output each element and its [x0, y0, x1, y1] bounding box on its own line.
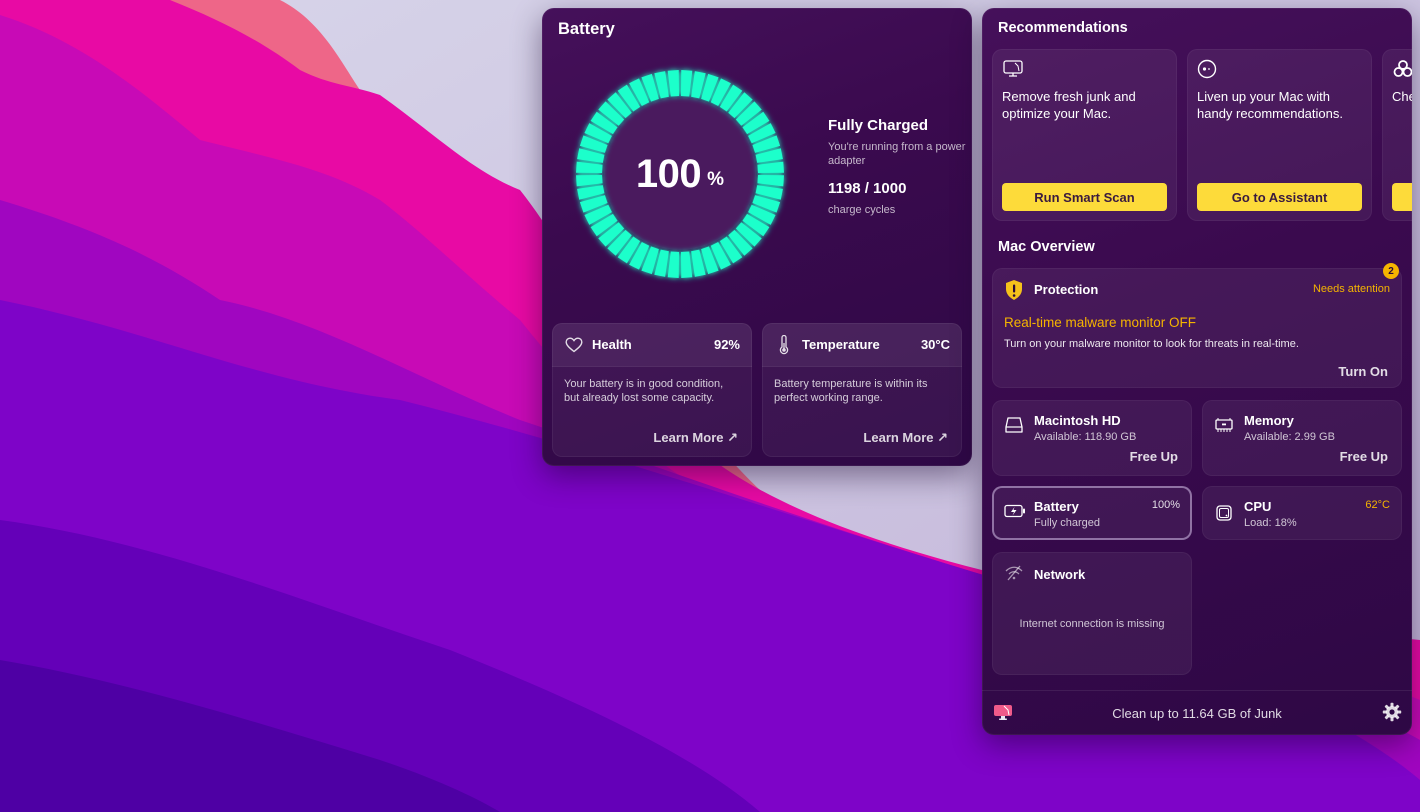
battery-percent-value: 100: [635, 151, 702, 196]
protection-label: Protection: [1034, 282, 1099, 297]
temperature-description: Battery temperature is within its perfec…: [774, 378, 928, 404]
turn-on-button[interactable]: Turn On: [1338, 364, 1388, 379]
cpu-icon: [1214, 503, 1234, 528]
memory-card[interactable]: Memory Available: 2.99 GB Free Up: [1202, 400, 1402, 476]
battery-label: Battery: [1034, 499, 1079, 514]
protection-description: Turn on your malware monitor to look for…: [1004, 338, 1299, 350]
charge-cycles-label: charge cycles: [828, 204, 896, 216]
disk-free-up-button[interactable]: Free Up: [1130, 449, 1178, 464]
recommendation-text: Liven up your Mac with handy recommendat…: [1197, 89, 1343, 121]
charge-status-subtitle: You're running from a power adapter: [828, 141, 966, 167]
protection-card[interactable]: Protection Needs attention 2 Real-time m…: [992, 263, 1402, 388]
cpu-label: CPU: [1244, 499, 1272, 514]
temperature-label: Temperature: [802, 337, 880, 352]
recommendations-title: Recommendations: [998, 20, 1128, 36]
macintosh-hd-card[interactable]: Macintosh HD Available: 118.90 GB Free U…: [992, 400, 1192, 476]
network-card[interactable]: Network Internet connection is missing: [992, 552, 1192, 675]
battery-card[interactable]: Battery Fully charged 100%: [992, 486, 1192, 540]
charge-info: Fully Charged You're running from a powe…: [828, 117, 968, 216]
memory-free-up-button[interactable]: Free Up: [1340, 449, 1388, 464]
wifi-off-icon: [1004, 565, 1024, 586]
cpu-card[interactable]: CPU Load: 18% 62°C: [1202, 486, 1402, 540]
battery-status: Fully charged: [1034, 517, 1101, 529]
imac-cleanup-icon: [1002, 59, 1024, 79]
memory-chip-icon: [1214, 416, 1234, 439]
battery-panel: Battery 100 % Fully Charged You're runni…: [542, 8, 972, 466]
battery-panel-title: Battery: [558, 20, 615, 38]
protection-status: Needs attention: [1312, 283, 1390, 295]
recommendation-text: Remove fresh junk and optimize your Mac.: [1002, 89, 1136, 121]
recommendation-card-assistant: Liven up your Mac with handy recommendat…: [1187, 49, 1372, 221]
recommendation-card-smart-scan: Remove fresh junk and optimize your Mac.…: [992, 49, 1177, 221]
run-smart-scan-button[interactable]: Run Smart Scan: [1002, 183, 1167, 211]
temperature-learn-more-link[interactable]: Learn More ↗: [863, 430, 948, 446]
recommendation-text: Check for vulnerabilities: [1392, 89, 1412, 104]
cpu-load: Load: 18%: [1244, 517, 1297, 529]
footer-bar: Clean up to 11.64 GB of Junk: [982, 690, 1412, 735]
hard-drive-icon: [1004, 416, 1024, 439]
memory-label: Memory: [1244, 413, 1294, 428]
heart-icon: [564, 335, 584, 355]
protection-alert-title: Real-time malware monitor OFF: [1004, 315, 1197, 330]
recommendation-card-vulnerabilities: Check for vulnerabilities: [1382, 49, 1412, 221]
recommendations-carousel[interactable]: Remove fresh junk and optimize your Mac.…: [992, 49, 1412, 221]
battery-charging-icon: [1004, 504, 1026, 523]
disk-available: Available: 118.90 GB: [1034, 431, 1137, 443]
network-label: Network: [1034, 567, 1086, 582]
mac-overview-title: Mac Overview: [998, 239, 1095, 255]
health-label: Health: [592, 337, 632, 352]
battery-percent-unit: %: [707, 169, 725, 190]
gear-icon[interactable]: [1382, 702, 1402, 727]
health-card: Health 92% Your battery is in good condi…: [552, 323, 752, 457]
assistant-icon: [1197, 59, 1219, 79]
gauge-readout: 100 %: [574, 68, 786, 280]
shield-warning-icon: [1004, 279, 1024, 306]
charge-cycles-value: 1198 / 1000: [828, 180, 907, 197]
cleanup-junk-text[interactable]: Clean up to 11.64 GB of Junk: [1112, 706, 1282, 721]
health-value: 92%: [713, 337, 740, 352]
memory-available: Available: 2.99 GB: [1244, 431, 1335, 443]
disk-label: Macintosh HD: [1034, 413, 1121, 428]
temperature-value: 30°C: [920, 337, 950, 352]
cleanmymac-logo-icon[interactable]: [993, 703, 1013, 726]
temperature-card: Temperature 30°C Battery temperature is …: [762, 323, 962, 457]
battery-gauge: 100 %: [574, 68, 786, 280]
temperature-card-header: Temperature 30°C: [762, 323, 962, 367]
health-learn-more-link[interactable]: Learn More ↗: [653, 430, 738, 446]
network-message: Internet connection is missing: [1019, 618, 1165, 630]
health-description: Your battery is in good condition, but a…: [564, 378, 724, 404]
check-vulnerabilities-button[interactable]: [1392, 183, 1412, 211]
biohazard-icon: [1392, 59, 1412, 79]
main-panel: Recommendations Remove fresh junk and op…: [982, 8, 1412, 735]
go-to-assistant-button[interactable]: Go to Assistant: [1197, 183, 1362, 211]
health-card-header: Health 92%: [552, 323, 752, 367]
protection-alert-badge: 2: [1383, 263, 1399, 279]
charge-status-title: Fully Charged: [828, 117, 929, 134]
cpu-temperature: 62°C: [1365, 499, 1390, 511]
thermometer-icon: [774, 334, 794, 355]
battery-percent: 100%: [1151, 499, 1180, 511]
